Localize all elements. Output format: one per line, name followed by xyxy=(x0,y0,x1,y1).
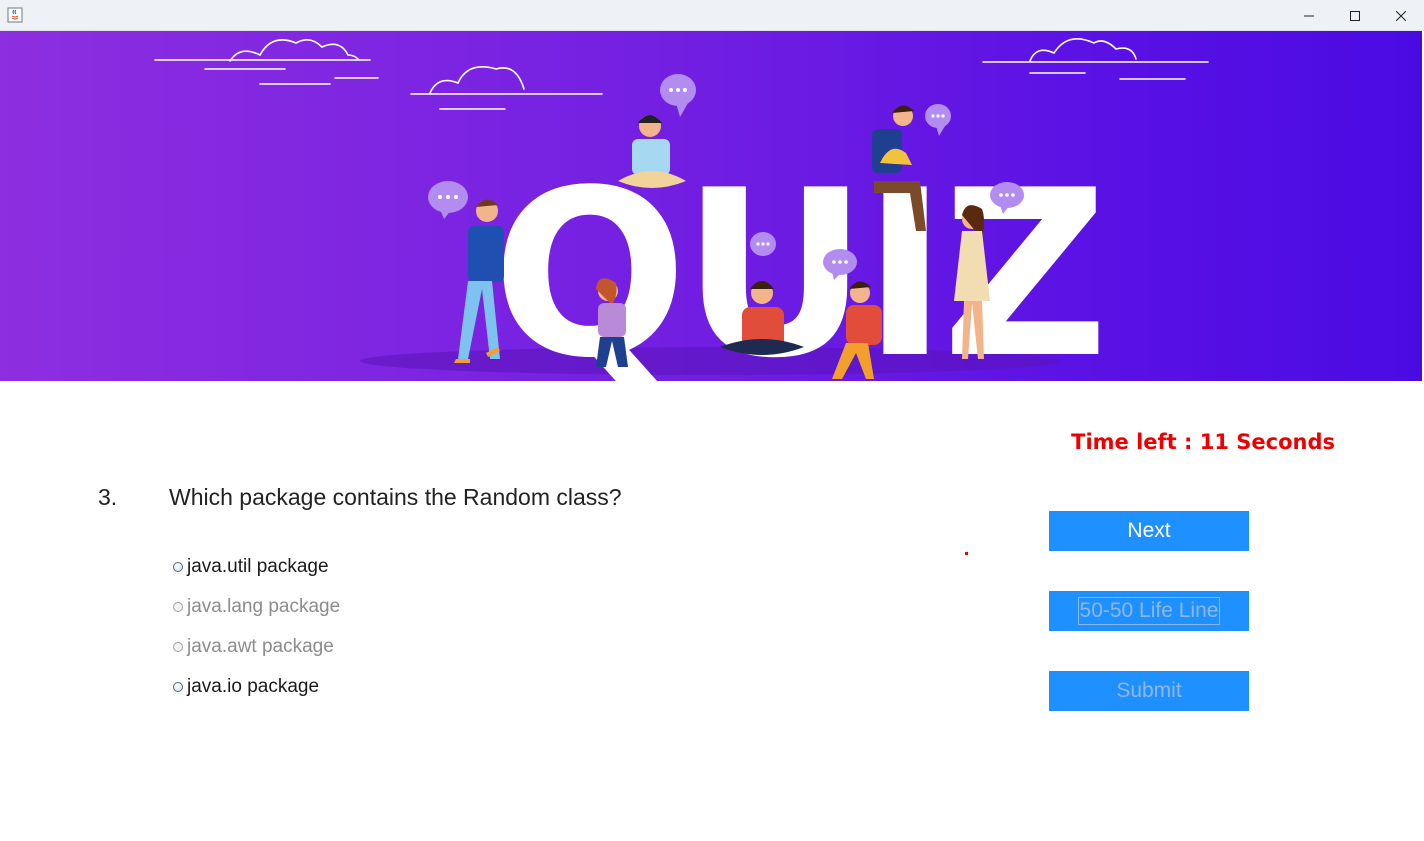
option-1[interactable]: java.util package xyxy=(173,555,329,579)
option-4[interactable]: java.io package xyxy=(173,675,319,699)
next-button[interactable]: Next xyxy=(1049,511,1249,551)
option-label: java.awt package xyxy=(187,636,334,657)
option-3: java.awt package xyxy=(173,635,334,659)
time-left-label: Time left : 11 Seconds xyxy=(1071,430,1335,454)
maximize-icon xyxy=(1350,10,1360,21)
radio-icon xyxy=(173,602,183,612)
lifeline-button: 50-50 Life Line xyxy=(1049,591,1249,631)
quiz-banner: QUIZ xyxy=(0,31,1422,381)
stray-dot xyxy=(965,552,968,555)
question-text: Which package contains the Random class? xyxy=(169,484,622,510)
quiz-illustration: QUIZ xyxy=(154,37,1209,381)
option-label: java.io package xyxy=(187,676,320,697)
close-button[interactable] xyxy=(1378,0,1424,31)
submit-button: Submit xyxy=(1049,671,1249,711)
submit-button-label: Submit xyxy=(1116,679,1182,702)
minimize-icon xyxy=(1304,15,1314,16)
option-2: java.lang package xyxy=(173,595,340,619)
maximize-button[interactable] xyxy=(1332,0,1378,31)
close-icon xyxy=(1396,10,1406,21)
radio-icon[interactable] xyxy=(173,562,183,572)
minimize-button[interactable] xyxy=(1286,0,1332,31)
lifeline-button-label: 50-50 Life Line xyxy=(1077,597,1221,625)
window-titlebar xyxy=(0,0,1424,31)
next-button-label: Next xyxy=(1127,519,1171,542)
radio-icon[interactable] xyxy=(173,682,183,692)
question-number: 3. xyxy=(98,484,118,510)
java-app-icon xyxy=(7,7,23,23)
radio-icon xyxy=(173,642,183,652)
option-label: java.lang package xyxy=(187,596,341,617)
option-label: java.util package xyxy=(187,556,329,577)
